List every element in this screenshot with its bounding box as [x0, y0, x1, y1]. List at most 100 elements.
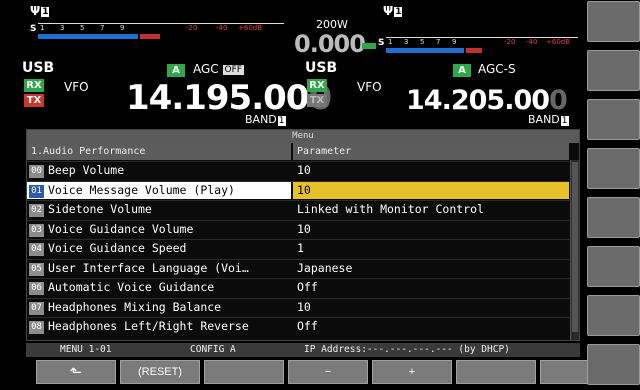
menu-row[interactable]: 07 Headphones Mixing Balance 10	[27, 298, 569, 318]
scale-tick: 1	[388, 38, 393, 46]
item-value[interactable]: Linked with Monitor Control	[293, 201, 569, 218]
item-value[interactable]: Japanese	[293, 260, 569, 277]
menu-row[interactable]: 08 Headphones Left/Right Reverse Off	[27, 317, 569, 337]
item-value[interactable]: 1	[293, 240, 569, 257]
config-label: CONFIG A	[190, 344, 236, 355]
plus-button[interactable]: +	[372, 360, 452, 384]
row-separator	[27, 297, 569, 299]
side-key-5[interactable]	[587, 197, 640, 238]
frequency-dim-digit: 0	[549, 85, 568, 116]
menu-row[interactable]: 02 Sidetone Volume Linked with Monitor Con…	[27, 200, 569, 220]
item-name: User Interface Language (Voi…	[48, 260, 249, 275]
frequency-left: 14.195.000	[126, 78, 332, 118]
menu-group-header: 1.Audio Performance	[27, 143, 291, 160]
s-meter-left: S 1 3 5 7 9 -20 -40 +60dB	[30, 22, 284, 44]
status-bar: MENU 1-01 CONFIG A IP Address:---.---.--…	[26, 343, 580, 357]
menu-row[interactable]: 00 Beep Volume 10	[27, 161, 569, 181]
mode-right: USB	[305, 60, 338, 76]
side-key-3[interactable]	[587, 99, 640, 140]
band-label: BAND	[528, 113, 560, 126]
menu-row[interactable]: 04 Voice Guidance Speed 1	[27, 239, 569, 259]
band-right: BAND 1	[528, 113, 569, 126]
menu-row[interactable]: 05 User Interface Language (Voi… Japanese	[27, 259, 569, 279]
item-number: 03	[29, 223, 44, 237]
menu-scrollbar[interactable]	[570, 160, 579, 340]
item-number: 05	[29, 262, 44, 276]
scale-tick: -20	[504, 38, 516, 46]
s-meter-over-bar	[140, 34, 160, 39]
item-number: 01	[29, 184, 44, 198]
reset-button[interactable]: (RESET)	[120, 360, 200, 384]
s-meter-label: S	[378, 38, 385, 48]
item-value[interactable]: Off	[293, 279, 569, 296]
band-label: BAND	[245, 113, 277, 126]
item-value[interactable]: 10	[293, 299, 569, 316]
scale-tick: 7	[100, 24, 105, 32]
side-key-7[interactable]	[587, 295, 640, 336]
side-key-6[interactable]	[587, 246, 640, 287]
vfo-label-right: VFO	[357, 80, 382, 94]
menu-row-selected[interactable]: 01 Voice Message Volume (Play) 10	[27, 181, 569, 201]
item-name: Voice Guidance Volume	[48, 221, 194, 236]
s-meter-right: S 1 3 5 7 9 -20 -40 +60dB	[378, 36, 578, 58]
scale-tick: -40	[526, 38, 538, 46]
antenna-indicator-left: Ψ1	[30, 4, 50, 18]
s-meter-over-bar	[466, 48, 482, 53]
item-name: Sidetone Volume	[48, 202, 152, 216]
blank-key-6[interactable]	[456, 360, 536, 384]
scale-tick: 3	[404, 38, 409, 46]
item-value[interactable]: 10	[293, 221, 569, 238]
scale-tick: 1	[40, 24, 45, 32]
side-key-8[interactable]	[587, 344, 640, 385]
rx-indicator-left: RX	[24, 79, 44, 92]
tx-indicator-right: TX	[307, 94, 327, 107]
agc-left: AGC OFF	[193, 62, 244, 76]
scale-tick: 3	[60, 24, 65, 32]
menu-row[interactable]: 06 Automatic Voice Guidance Off	[27, 278, 569, 298]
scale-tick: 9	[452, 38, 457, 46]
side-key-4[interactable]	[587, 148, 640, 189]
return-arrow-icon: ⬑	[69, 363, 83, 381]
agc-state: OFF	[222, 65, 244, 75]
blank-key-7[interactable]	[540, 360, 588, 384]
back-button[interactable]: ⬑	[36, 360, 116, 384]
row-separator	[27, 200, 569, 201]
item-value[interactable]: 10	[293, 181, 569, 199]
side-key-2[interactable]	[587, 50, 640, 91]
frequency-digits: 14.205.00	[406, 85, 550, 116]
row-separator	[27, 219, 569, 221]
scale-tick: +60dB	[238, 24, 263, 32]
menu-header: 1.Audio Performance Parameter	[27, 143, 579, 160]
scale-tick: 5	[420, 38, 425, 46]
menu-id: MENU 1-01	[60, 344, 112, 355]
blank-key-3[interactable]	[204, 360, 284, 384]
item-name: Voice Message Volume (Play)	[48, 182, 235, 197]
minus-button[interactable]: −	[288, 360, 368, 384]
s-meter-bar	[38, 34, 138, 39]
side-key-1[interactable]	[587, 1, 640, 42]
frequency-right: 14.205.000	[406, 85, 568, 116]
item-name: Headphones Left/Right Reverse	[48, 319, 249, 333]
antenna-number: 1	[41, 7, 50, 17]
antenna-icon: Ψ	[383, 4, 394, 18]
scale-tick: +60dB	[546, 38, 571, 46]
menu-row[interactable]: 03 Voice Guidance Volume 10	[27, 220, 569, 240]
menu-panel: Menu 1.Audio Performance Parameter 00 Bee…	[26, 129, 580, 341]
row-separator	[27, 278, 569, 279]
rx-indicator-right: RX	[307, 79, 327, 92]
s-meter-label: S	[30, 24, 37, 34]
item-value[interactable]: 10	[293, 162, 569, 179]
mode-left: USB	[22, 60, 55, 76]
item-name: Voice Guidance Speed	[48, 241, 187, 255]
side-soft-keys	[587, 0, 640, 390]
scroll-thumb[interactable]	[572, 162, 578, 332]
item-number: 07	[29, 301, 44, 315]
s-meter-scale: 1 3 5 7 9 -20 -40 +60dB	[38, 23, 284, 33]
band-number: 1	[277, 116, 286, 126]
s-meter-bar	[386, 48, 464, 53]
scale-tick: 5	[80, 24, 85, 32]
vfo-a-badge: A	[167, 64, 185, 77]
item-value[interactable]: Off	[293, 318, 569, 335]
item-number: 02	[29, 204, 44, 217]
s-meter-scale: 1 3 5 7 9 -20 -40 +60dB	[386, 37, 578, 47]
